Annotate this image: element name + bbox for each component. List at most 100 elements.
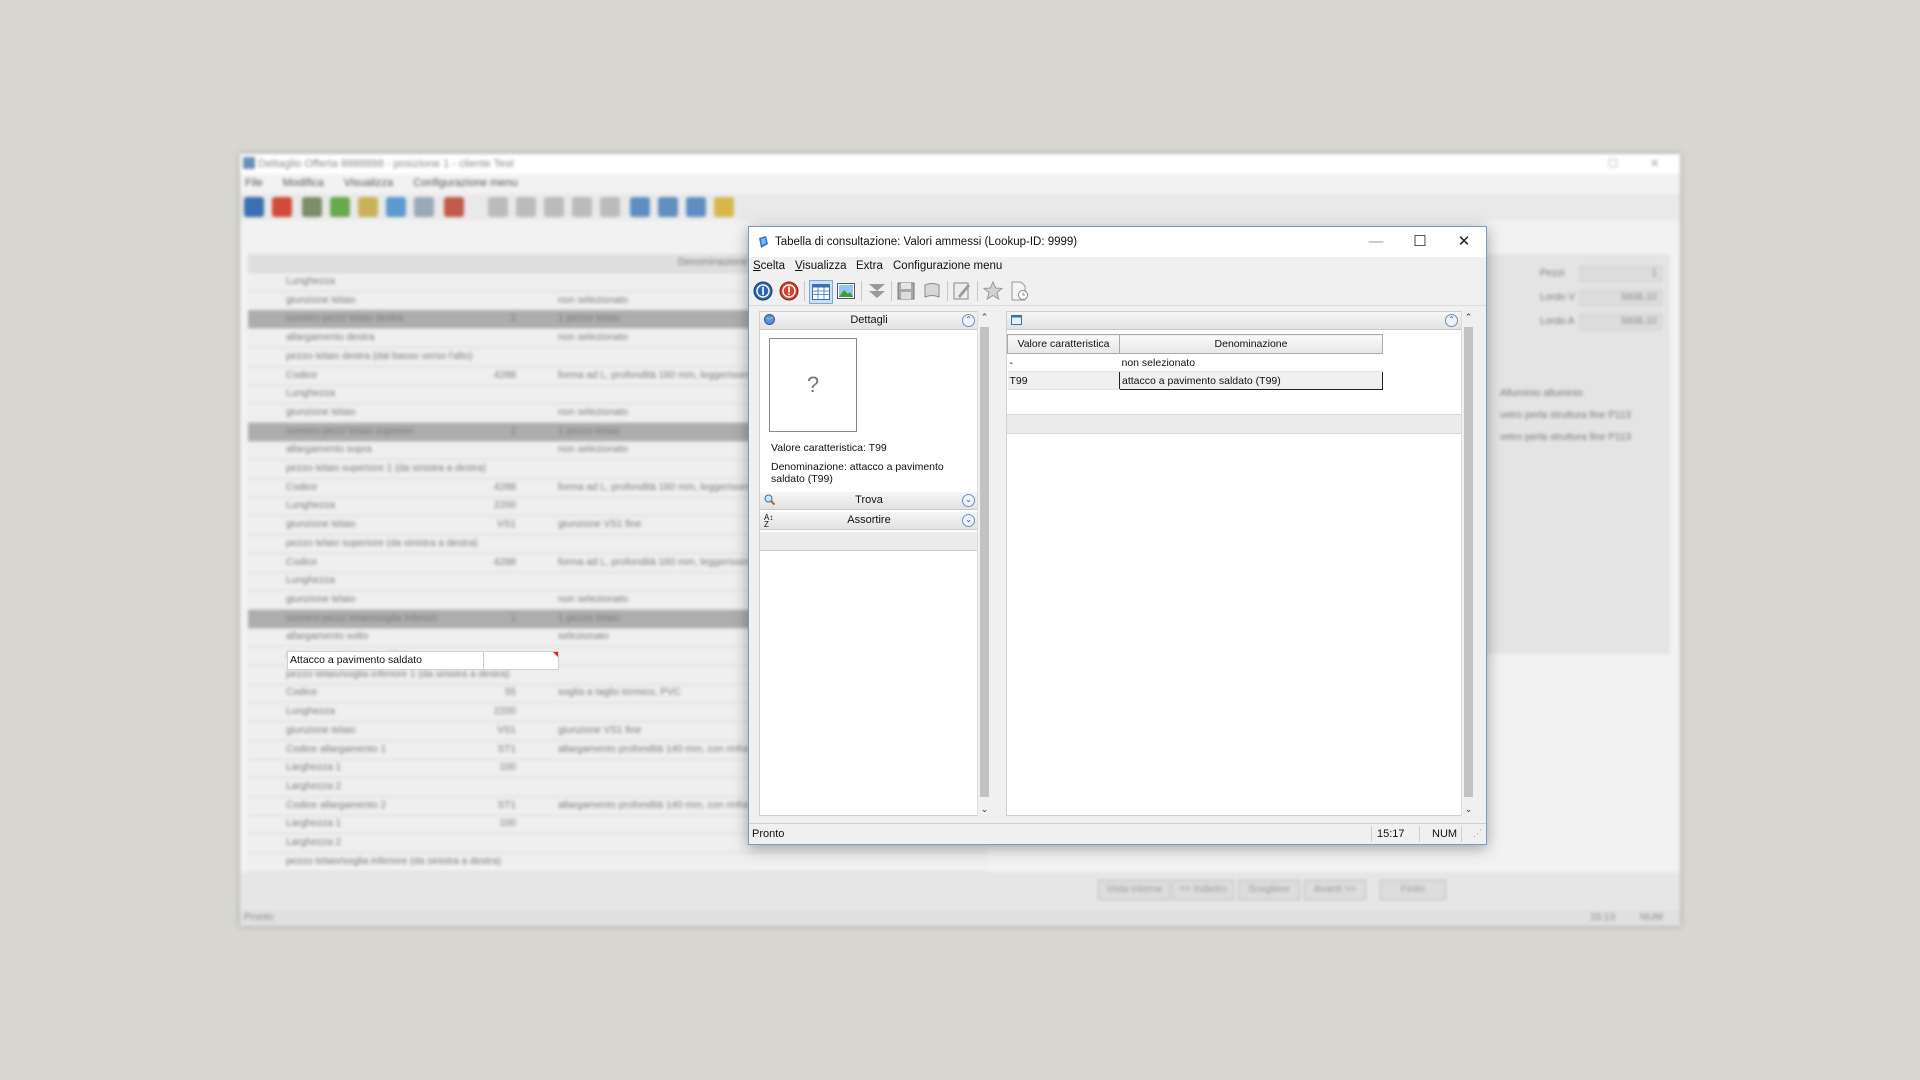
prev-icon[interactable] <box>516 197 536 217</box>
stop-icon[interactable] <box>272 197 292 217</box>
cell-valore[interactable]: T99 <box>1007 371 1120 390</box>
first-icon[interactable] <box>488 197 508 217</box>
lordo-v-field[interactable]: 5808.10 <box>1580 290 1662 306</box>
scroll-up-icon[interactable]: ⌃ <box>1462 311 1475 324</box>
avanti-button[interactable]: Avanti >> <box>1304 880 1366 900</box>
row-denominazione: giunzione VS1 fine <box>558 519 642 531</box>
layout-icon[interactable] <box>630 197 650 217</box>
scegliere-button[interactable]: Scegliere <box>1238 880 1300 900</box>
save-icon[interactable] <box>895 280 917 302</box>
table-row-selected[interactable]: T99 attacco a pavimento saldato (T99) <box>1007 371 1383 390</box>
status-time: 15:13 <box>1590 912 1616 923</box>
left-panel-footer <box>760 532 978 551</box>
scroll-thumb[interactable] <box>1464 327 1473 797</box>
cell-denominazione[interactable]: non selezionato <box>1119 353 1383 372</box>
scroll-down-icon[interactable]: ⌄ <box>1462 803 1475 816</box>
find-section-header[interactable]: Trova ⌄ <box>760 492 978 510</box>
lordo-a-field[interactable]: 5808.10 <box>1580 314 1662 330</box>
stop-icon[interactable] <box>778 280 800 302</box>
sort-section-header[interactable]: A↕ Z Assortire ⌄ <box>760 512 978 530</box>
app-icon <box>759 236 768 248</box>
row-value: 4288 <box>493 556 516 568</box>
table-panel-header: ⌃ <box>1007 312 1461 330</box>
collapse-up-icon[interactable]: ⌃ <box>962 314 975 327</box>
row-label: numero pezzi telaio destra <box>286 313 404 325</box>
table-view-icon[interactable] <box>809 280 833 304</box>
row-denominazione: non selezionato <box>558 406 629 418</box>
row-value: ST1 <box>497 743 516 755</box>
find-header-label: Trova <box>855 494 883 506</box>
list-item: vetro perla struttura fine P113 <box>1500 432 1631 443</box>
tool-icon[interactable] <box>444 197 464 217</box>
cell-valore[interactable]: - <box>1007 353 1120 372</box>
row-denominazione: forma ad L, profondità 160 mm, leggeriss… <box>558 369 757 381</box>
list-item: Alluminio alluminio <box>1500 388 1583 399</box>
toolbar-separator <box>891 281 892 301</box>
filter-down-icon[interactable] <box>866 280 888 302</box>
row-denominazione: selezionato <box>558 631 609 643</box>
edited-cell-attacco[interactable]: Attacco a pavimento saldato <box>287 651 559 670</box>
scroll-down-icon[interactable]: ⌄ <box>978 803 991 816</box>
background-title: Dettaglio Offerta 8888888 - posizione 1 … <box>258 158 514 170</box>
info-icon[interactable] <box>244 197 264 217</box>
pezzi-field[interactable]: 1 <box>1580 266 1662 282</box>
close-button[interactable]: ✕ <box>1442 227 1486 257</box>
record-icon[interactable] <box>544 197 564 217</box>
scroll-icon[interactable] <box>921 280 943 302</box>
collapse-up-icon[interactable]: ⌃ <box>1445 314 1458 327</box>
tool-icon[interactable] <box>386 197 406 217</box>
document-clock-icon[interactable] <box>1008 280 1030 302</box>
right-scrollbar[interactable]: ⌃ ⌄ <box>1461 311 1475 816</box>
row-value: 55 <box>504 687 516 699</box>
background-menu-modifica[interactable]: Modifica <box>283 177 324 189</box>
dialog-status-bar: Pronto 15:17 NUM ⋰ <box>749 823 1486 844</box>
background-title-bar: Dettaglio Offerta 8888888 - posizione 1 … <box>240 154 1680 174</box>
image-view-icon[interactable] <box>835 280 857 302</box>
row-label: pezzo telaio/soglia inferiore 1 (da sini… <box>286 668 510 680</box>
column-header-denominazione[interactable]: Denominazione <box>1119 334 1383 354</box>
cell-denominazione[interactable]: attacco a pavimento saldato (T99) <box>1119 371 1383 390</box>
expand-down-icon[interactable]: ⌄ <box>962 494 975 507</box>
last-icon[interactable] <box>600 197 620 217</box>
menu-configurazione[interactable]: Configurazione menu <box>893 260 1002 272</box>
background-menu-file[interactable]: File <box>245 177 263 189</box>
scroll-thumb[interactable] <box>980 327 989 797</box>
background-menu-configurazione[interactable]: Configurazione menu <box>413 177 518 189</box>
layout-icon[interactable] <box>686 197 706 217</box>
menu-extra[interactable]: Extra <box>856 260 883 272</box>
resize-grip-icon[interactable]: ⋰ <box>1473 828 1482 839</box>
details-section-header[interactable]: Dettagli ⌃ <box>760 312 978 330</box>
row-label: Larghezza 2 <box>286 837 342 848</box>
key-icon[interactable] <box>714 197 734 217</box>
field-label: Pezzi <box>1540 268 1565 279</box>
background-maximize-icon[interactable]: ☐ <box>1608 157 1618 170</box>
scroll-up-icon[interactable]: ⌃ <box>978 311 991 324</box>
next-icon[interactable] <box>572 197 592 217</box>
finito-button[interactable]: Finito <box>1380 880 1446 900</box>
minimize-button[interactable]: — <box>1354 227 1398 257</box>
star-icon[interactable] <box>982 280 1004 302</box>
row-label: giunzione telaio <box>286 724 356 736</box>
maximize-button[interactable]: ☐ <box>1398 227 1442 257</box>
edit-icon[interactable] <box>951 280 973 302</box>
dialog-toolbar <box>749 277 1486 306</box>
tool-icon[interactable] <box>358 197 378 217</box>
tool-icon[interactable] <box>414 197 434 217</box>
background-menu-visualizza[interactable]: Visualizza <box>344 177 393 189</box>
dialog-title-bar[interactable]: Tabella di consultazione: Valori ammessi… <box>749 227 1486 257</box>
background-close-icon[interactable]: ✕ <box>1650 157 1659 170</box>
left-scrollbar[interactable]: ⌃ ⌄ <box>977 311 991 816</box>
vista-interna-button[interactable]: Vista interna <box>1098 880 1170 900</box>
tool-icon[interactable] <box>330 197 350 217</box>
row-value: 4288 <box>493 481 516 493</box>
table-row[interactable]: pezzo telaio/soglia inferiore (da sinist… <box>248 853 988 872</box>
info-icon[interactable] <box>752 280 774 302</box>
column-header-valore[interactable]: Valore caratteristica <box>1007 334 1120 354</box>
table-row[interactable]: - non selezionato <box>1007 353 1383 372</box>
menu-visualizza[interactable]: Visualizza <box>795 260 847 272</box>
layout-icon[interactable] <box>658 197 678 217</box>
menu-scelta[interactable]: Scelta <box>753 260 785 272</box>
expand-down-icon[interactable]: ⌄ <box>962 514 975 527</box>
indietro-button[interactable]: << Indietro <box>1172 880 1234 900</box>
tool-icon[interactable] <box>302 197 322 217</box>
